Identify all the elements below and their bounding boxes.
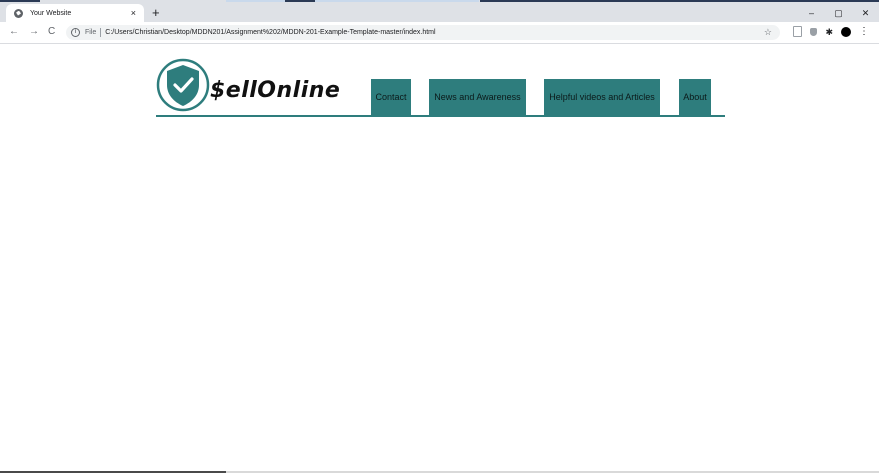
new-tab-button[interactable]: + [152, 5, 160, 21]
shield-check-icon [156, 58, 210, 112]
url-scheme-label: File [85, 29, 97, 36]
window-controls: – ▢ ✕ [798, 4, 879, 22]
puzzle-icon[interactable]: ✱ [825, 27, 833, 37]
restore-button[interactable]: ▢ [825, 4, 852, 22]
site-header: $ellOnline Contact News and Awareness He… [156, 58, 725, 117]
browser-tab[interactable]: Your Website × [6, 4, 144, 22]
bookmark-star-icon[interactable]: ☆ [764, 27, 772, 38]
extensions-area: ✱ ⋮ [793, 26, 869, 37]
shield-extension-icon[interactable] [810, 27, 818, 36]
web-page: $ellOnline Contact News and Awareness He… [0, 44, 879, 471]
menu-icon[interactable]: ⋮ [859, 26, 869, 37]
browser-toolbar: ← → C i File C:/Users/Christian/Desktop/… [0, 22, 879, 44]
tab-title: Your Website [30, 9, 72, 17]
info-icon[interactable]: i [71, 28, 80, 37]
address-bar[interactable]: i File C:/Users/Christian/Desktop/MDDN20… [66, 25, 780, 40]
profile-avatar[interactable] [841, 26, 851, 37]
browser-window: Your Website × + – ▢ ✕ ← → C i File C:/U… [0, 0, 879, 473]
nav-news-and-awareness[interactable]: News and Awareness [429, 79, 526, 115]
url-text[interactable]: C:/Users/Christian/Desktop/MDDN201/Assig… [105, 29, 764, 36]
reload-button[interactable]: C [48, 25, 55, 39]
nav-helpful-videos[interactable]: Helpful videos and Articles [544, 79, 660, 115]
minimize-button[interactable]: – [798, 4, 825, 22]
nav-about[interactable]: About [679, 79, 711, 115]
forward-button[interactable]: → [29, 25, 39, 39]
nav-contact[interactable]: Contact [371, 79, 411, 115]
reader-extension-icon[interactable] [793, 26, 803, 37]
url-separator [100, 28, 102, 37]
close-window-button[interactable]: ✕ [852, 4, 879, 22]
back-button[interactable]: ← [9, 25, 19, 39]
site-logo-text[interactable]: $ellOnline [210, 78, 340, 103]
globe-icon [14, 8, 23, 18]
tab-close-button[interactable]: × [131, 8, 136, 18]
tab-bar: Your Website × + – ▢ ✕ [0, 2, 879, 22]
